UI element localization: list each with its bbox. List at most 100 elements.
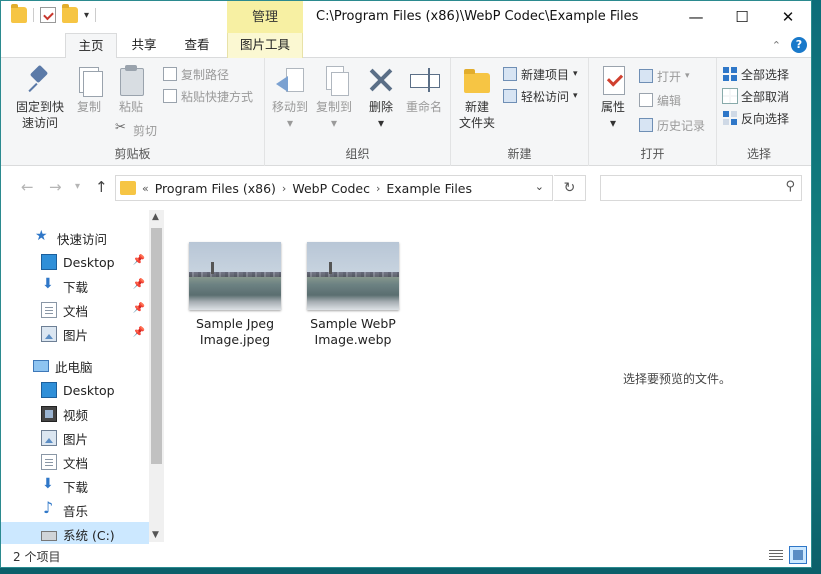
scrollbar-thumb[interactable] [151,228,162,464]
forward-button[interactable]: → [49,178,62,196]
divider [95,8,97,22]
quick-access-toolbar: ▾ [11,4,97,23]
nav-label: 视频 [63,407,89,423]
copy-to-label: 复制到 [315,100,352,114]
file-item-webp[interactable]: Sample WebP Image.webp [301,242,405,348]
new-folder-icon [461,64,493,96]
invert-selection-button[interactable]: 反向选择 [723,108,789,128]
delete-icon [365,64,397,96]
thumbnail-image [307,242,399,310]
refresh-button[interactable]: ↻ [554,175,586,201]
chevron-down-icon[interactable]: ⌄ [535,180,544,193]
delete-button[interactable]: 删除 ▾ [365,64,397,131]
search-input[interactable]: ⚲ [600,175,802,201]
invert-selection-icon [723,111,737,125]
manage-context-tab[interactable]: 管理 [227,1,303,33]
folder-icon[interactable] [11,4,27,23]
back-button[interactable]: ← [21,178,34,196]
nav-system-drive[interactable]: 系统 (C:) [1,522,149,546]
nav-downloads-pinned[interactable]: 下载 📌 [1,274,149,298]
file-item-jpeg[interactable]: Sample Jpeg Image.jpeg [183,242,287,348]
tab-view[interactable]: 查看 [173,33,221,58]
properties-button[interactable]: 属性 ▾ [597,64,629,131]
nav-scrollbar[interactable]: ▲ ▼ [149,210,164,542]
pin-label-line2: 速访问 [21,116,58,130]
rename-button[interactable]: 重命名 [403,64,445,115]
nav-this-pc[interactable]: 此电脑 [1,354,149,378]
picture-icon [41,326,57,342]
copy-to-button[interactable]: 复制到 ▾ [313,64,355,131]
new-folder-label-line1: 新建 [464,100,489,114]
minimize-button[interactable]: — [673,1,719,33]
breadcrumb-webp-codec[interactable]: WebP Codec [292,181,370,196]
nav-pictures[interactable]: 图片 [1,426,149,450]
scroll-down-icon[interactable]: ▼ [152,530,159,540]
easy-access-button[interactable]: 轻松访问 ▾ [503,86,578,106]
desktop-icon [41,254,57,270]
new-folder-button[interactable]: 新建 文件夹 [455,64,499,131]
close-button[interactable]: ✕ [765,1,811,33]
tab-home[interactable]: 主页 [65,33,117,59]
thumbnail-image [189,242,281,310]
open-button[interactable]: 打开 ▾ [639,66,690,86]
history-icon [639,118,653,132]
status-bar: 2 个项目 [1,544,811,567]
nav-downloads[interactable]: 下载 [1,474,149,498]
copy-button[interactable]: 复制 [71,64,107,115]
scissors-icon [115,120,129,137]
pin-quick-access-button[interactable]: 固定到快 速访问 [11,64,69,131]
properties-label: 属性 [600,100,625,114]
breadcrumb-program-files[interactable]: Program Files (x86) [155,181,276,196]
scroll-up-icon[interactable]: ▲ [152,212,159,222]
copy-path-button[interactable]: 复制路径 [163,64,229,84]
select-all-button[interactable]: 全部选择 [723,64,789,84]
new-folder-icon[interactable] [62,4,78,23]
select-none-button[interactable]: 全部取消 [722,86,789,106]
chevron-down-icon: ▾ [330,116,338,130]
history-button[interactable]: 历史记录 [639,115,705,135]
customize-toolbar-icon[interactable]: ▾ [84,10,89,21]
item-count: 2 个项目 [13,550,61,564]
desktop-icon [41,382,57,398]
tab-picture-tools[interactable]: 图片工具 [227,33,303,58]
nav-documents-pinned[interactable]: 文档 📌 [1,298,149,322]
nav-desktop-pinned[interactable]: Desktop 📌 [1,250,149,274]
nav-pictures-pinned[interactable]: 图片 📌 [1,322,149,346]
paste-button[interactable]: 粘贴 [113,64,149,115]
chevron-right-icon[interactable]: › [376,182,380,195]
chevron-right-icon[interactable]: › [282,182,286,195]
large-icons-view-button[interactable] [789,546,807,564]
edit-button[interactable]: 编辑 [639,90,681,110]
navigation-row: ← → ▾ ↑ « Program Files (x86) › WebP Cod… [1,167,811,207]
nav-desktop[interactable]: Desktop [1,378,149,402]
nav-label: 音乐 [63,503,89,519]
address-bar[interactable]: « Program Files (x86) › WebP Codec › Exa… [115,175,553,201]
nav-videos[interactable]: 视频 [1,402,149,426]
breadcrumb-example-files[interactable]: Example Files [386,181,472,196]
move-to-button[interactable]: 移动到 ▾ [269,64,311,131]
pin-icon [24,64,56,96]
paste-shortcut-button[interactable]: 粘贴快捷方式 [163,86,253,106]
tab-share[interactable]: 共享 [121,33,167,58]
properties-icon[interactable] [40,7,56,23]
new-item-button[interactable]: 新建项目 ▾ [503,64,578,84]
help-icon[interactable]: ? [791,37,807,53]
recent-locations-icon[interactable]: ▾ [75,181,80,192]
maximize-button[interactable]: ☐ [719,1,765,33]
search-icon: ⚲ [785,179,795,194]
nav-label: 此电脑 [55,359,93,375]
copy-to-icon [318,64,350,96]
pin-icon: 📌 [132,303,145,314]
nav-music[interactable]: 音乐 [1,498,149,522]
open-icon [639,69,653,83]
collapse-ribbon-icon[interactable]: ⌃ [772,39,781,52]
cut-button[interactable]: 剪切 [115,120,157,140]
details-view-button[interactable] [767,546,785,564]
nav-label: 文档 [63,455,89,471]
chevron-down-icon: ▾ [573,91,578,101]
nav-quick-access[interactable]: 快速访问 [1,226,149,250]
overflow-icon[interactable]: « [142,182,149,195]
invert-selection-label: 反向选择 [741,111,790,126]
nav-documents[interactable]: 文档 [1,450,149,474]
up-button[interactable]: ↑ [95,178,108,196]
